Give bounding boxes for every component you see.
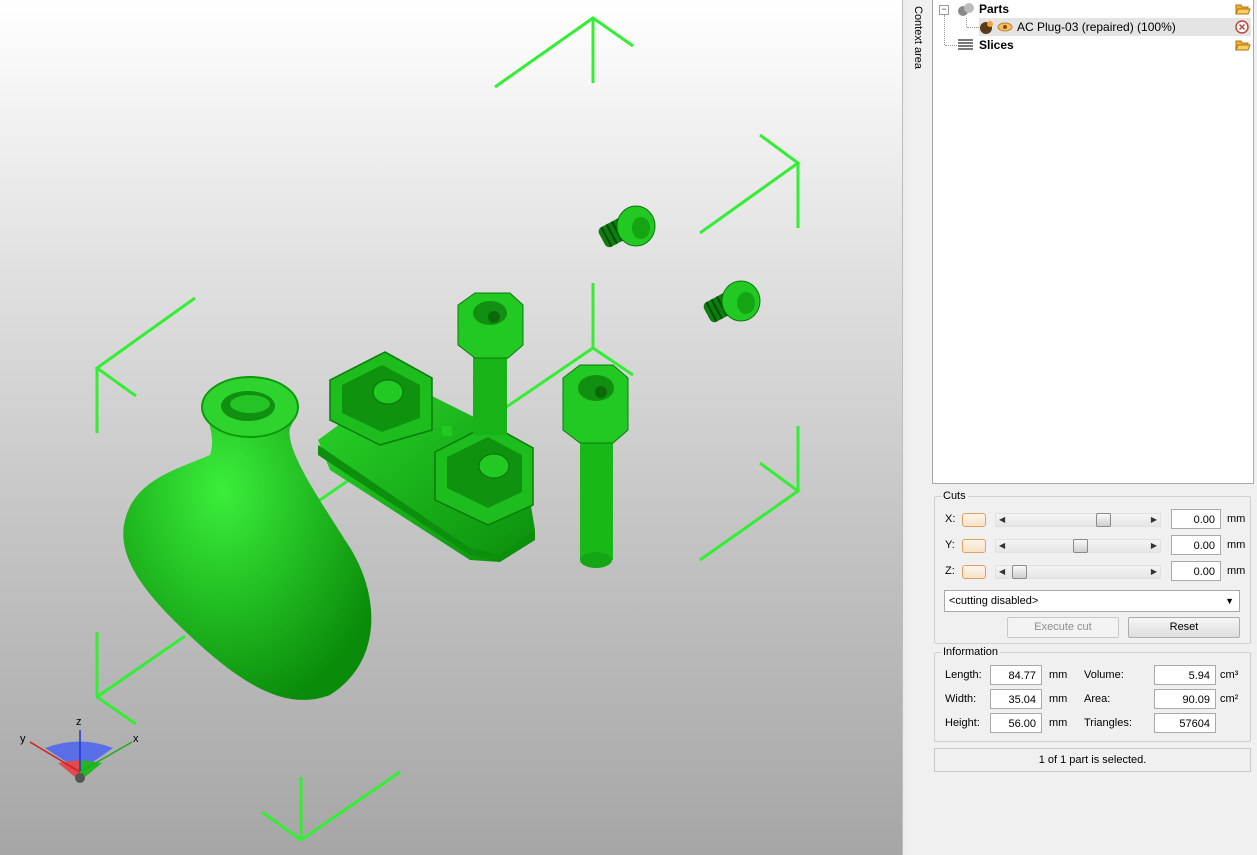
visibility-eye-icon[interactable] (997, 20, 1013, 34)
cut-z-label: Z: (945, 565, 955, 577)
tree-slices-label: Slices (979, 38, 1014, 52)
area-value: 90.09 (1154, 689, 1216, 709)
cut-x-slider-thumb[interactable] (1096, 513, 1111, 527)
cut-z-input[interactable]: 0.00 (1171, 561, 1221, 581)
width-label: Width: (945, 693, 977, 705)
selection-status: 1 of 1 part is selected. (934, 748, 1251, 772)
tree-parts-label: Parts (979, 2, 1010, 16)
cut-y-unit: mm (1227, 539, 1246, 551)
height-value: 56.00 (990, 713, 1042, 733)
cut-y-toggle[interactable] (962, 539, 986, 553)
cut-x-slider[interactable]: ◀ ▶ (995, 513, 1161, 527)
cut-z-toggle[interactable] (962, 565, 986, 579)
parts-icon (958, 3, 974, 16)
volume-unit: cm³ (1220, 669, 1239, 681)
tree-node-slices[interactable]: Slices (955, 36, 1251, 54)
context-area-tab[interactable]: Context area (908, 0, 930, 855)
information-title: Information (941, 646, 1001, 658)
cut-x-toggle[interactable] (962, 513, 986, 527)
slider-left-arrow-icon[interactable]: ◀ (999, 566, 1005, 578)
model-bolt-back (457, 292, 524, 435)
parts-tree[interactable]: − Parts AC Plug-03 (repaired) (100%) Sli… (932, 0, 1254, 484)
cut-y-label: Y: (945, 539, 955, 551)
cut-z-slider-thumb[interactable] (1012, 565, 1027, 579)
length-unit: mm (1049, 669, 1068, 681)
axis-x-label: x (133, 733, 139, 745)
right-panel: − Parts AC Plug-03 (repaired) (100%) Sli… (930, 0, 1257, 855)
cut-mode-select[interactable]: <cutting disabled> ▼ (944, 590, 1240, 612)
length-label: Length: (945, 669, 982, 681)
slider-left-arrow-icon[interactable]: ◀ (999, 514, 1005, 526)
reset-button[interactable]: Reset (1128, 617, 1240, 638)
area-unit: cm² (1220, 693, 1239, 705)
open-folder-icon[interactable] (1235, 2, 1251, 16)
slider-right-arrow-icon[interactable]: ▶ (1151, 514, 1157, 526)
slider-right-arrow-icon[interactable]: ▶ (1151, 540, 1157, 552)
part-name-label: AC Plug-03 (repaired) (100%) (1017, 20, 1176, 34)
volume-label: Volume: (1084, 669, 1124, 681)
information-group: Information Length: 84.77 mm Width: 35.0… (934, 646, 1251, 742)
tree-node-part[interactable]: AC Plug-03 (repaired) (100%) (979, 18, 1251, 36)
cut-x-label: X: (945, 513, 956, 525)
model-bolt-front (562, 364, 629, 568)
3d-viewport[interactable]: z y x (0, 0, 902, 855)
axis-z-label: z (76, 716, 82, 728)
cut-y-input[interactable]: 0.00 (1171, 535, 1221, 555)
triangles-value: 57604 (1154, 713, 1216, 733)
slices-icon (958, 39, 973, 50)
axis-indicator (29, 730, 133, 783)
cut-x-input[interactable]: 0.00 (1171, 509, 1221, 529)
height-unit: mm (1049, 717, 1068, 729)
cut-z-unit: mm (1227, 565, 1246, 577)
slider-right-arrow-icon[interactable]: ▶ (1151, 566, 1157, 578)
tree-node-parts[interactable]: Parts (955, 0, 1251, 18)
width-value: 35.04 (990, 689, 1042, 709)
open-slices-folder-icon[interactable] (1235, 38, 1251, 52)
part-icon (980, 21, 993, 34)
volume-value: 5.94 (1154, 665, 1216, 685)
chevron-down-icon: ▼ (1225, 596, 1234, 606)
cut-x-unit: mm (1227, 513, 1246, 525)
cut-y-slider-thumb[interactable] (1073, 539, 1088, 553)
remove-part-icon[interactable] (1235, 20, 1249, 34)
cut-z-slider[interactable]: ◀ ▶ (995, 565, 1161, 579)
length-value: 84.77 (990, 665, 1042, 685)
triangles-label: Triangles: (1084, 717, 1132, 729)
cut-mode-value: <cutting disabled> (949, 595, 1039, 607)
scene-canvas[interactable] (0, 0, 902, 855)
model-screw-2 (703, 280, 761, 323)
execute-cut-button[interactable]: Execute cut (1007, 617, 1119, 638)
model-screw-1 (598, 205, 656, 248)
area-label: Area: (1084, 693, 1111, 705)
width-unit: mm (1049, 693, 1068, 705)
cuts-title: Cuts (941, 490, 968, 502)
context-area-label: Context area (912, 6, 924, 69)
collapse-parts-icon[interactable]: − (939, 5, 949, 15)
cut-y-slider[interactable]: ◀ ▶ (995, 539, 1161, 553)
axis-y-label: y (20, 733, 26, 745)
height-label: Height: (945, 717, 980, 729)
slider-left-arrow-icon[interactable]: ◀ (999, 540, 1005, 552)
cuts-group: Cuts X: ◀ ▶ 0.00 mm Y: ◀ ▶ 0.00 mm Z: ◀ … (934, 490, 1251, 644)
